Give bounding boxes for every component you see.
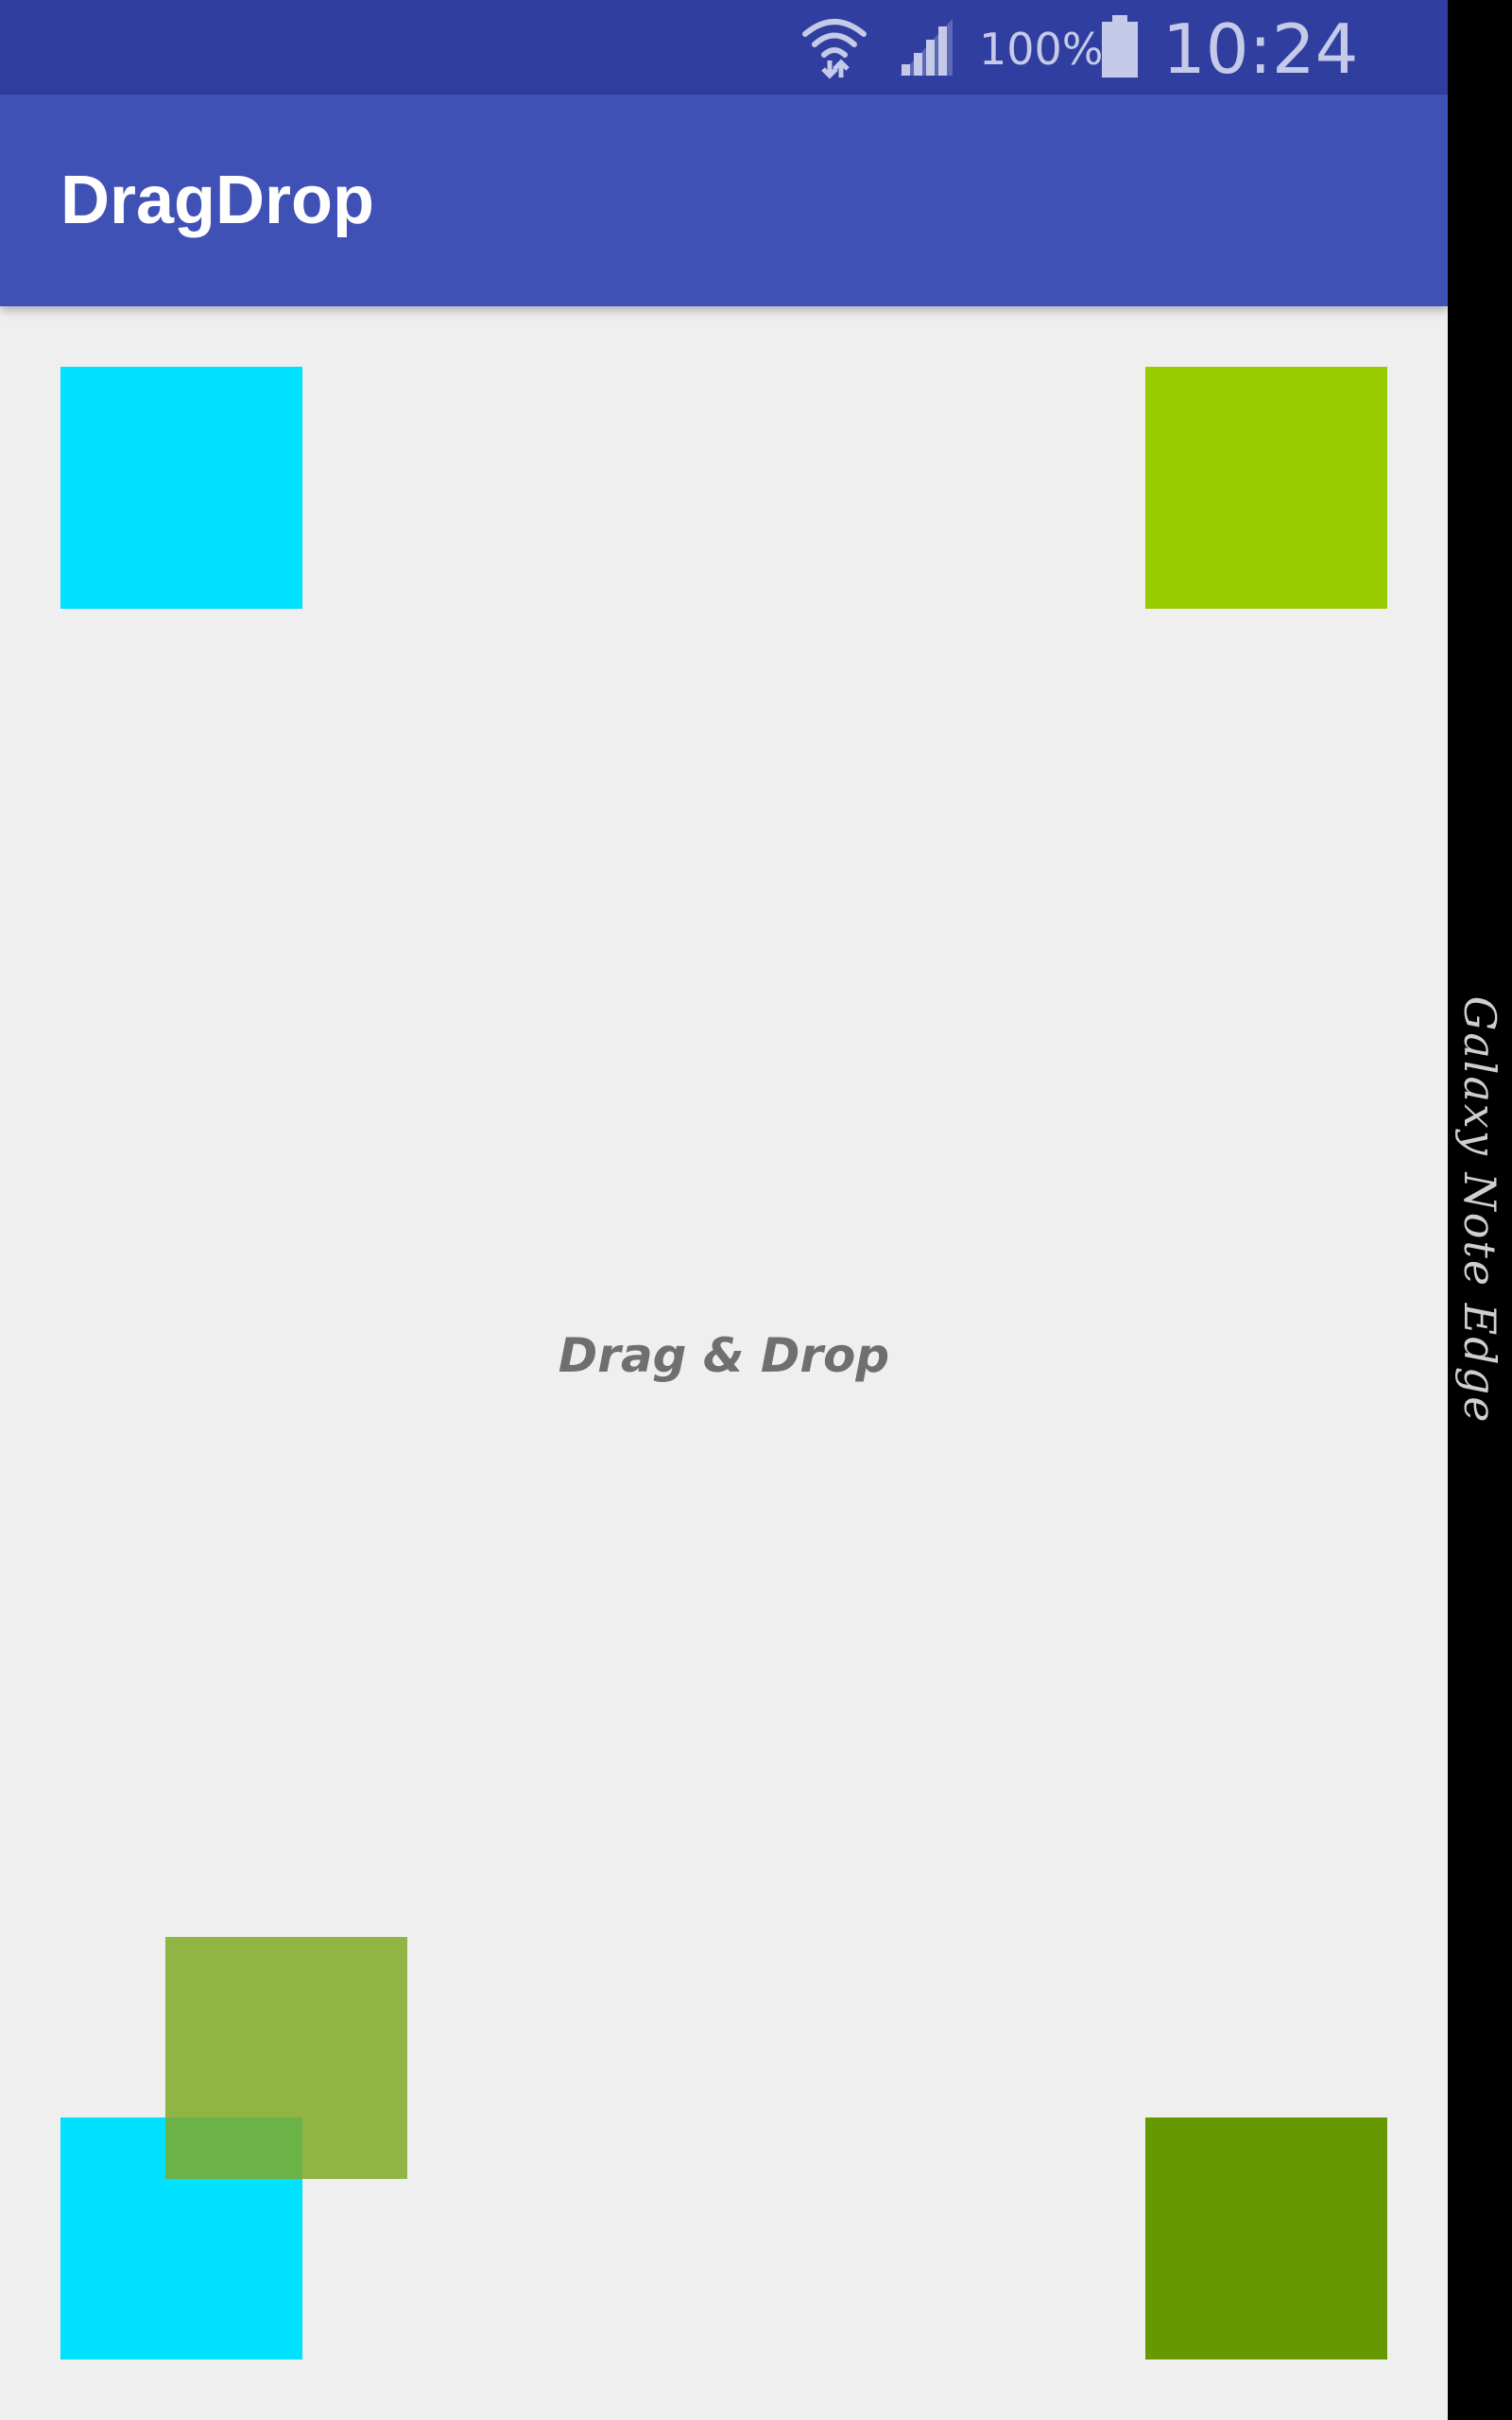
status-clock: 10:24 — [1162, 9, 1359, 89]
square-top-left[interactable] — [60, 367, 302, 609]
status-bar: 100% 10:24 — [0, 0, 1448, 95]
wifi-icon — [802, 19, 867, 79]
app-title: DragDrop — [60, 163, 375, 238]
square-dragging[interactable] — [165, 1937, 407, 2179]
edge-panel-label: Galaxy Note Edge — [1454, 995, 1505, 1425]
drag-drop-label: Drag & Drop — [558, 1328, 890, 1383]
square-bottom-right[interactable] — [1145, 2118, 1387, 2360]
battery-percent: 100% — [979, 24, 1104, 75]
square-top-right[interactable] — [1145, 367, 1387, 609]
app-screen: 100% 10:24 DragDrop Drag & Drop — [0, 0, 1448, 2420]
app-bar: DragDrop — [0, 95, 1448, 306]
battery-icon — [1102, 15, 1138, 78]
cellular-signal-icon — [900, 19, 953, 76]
